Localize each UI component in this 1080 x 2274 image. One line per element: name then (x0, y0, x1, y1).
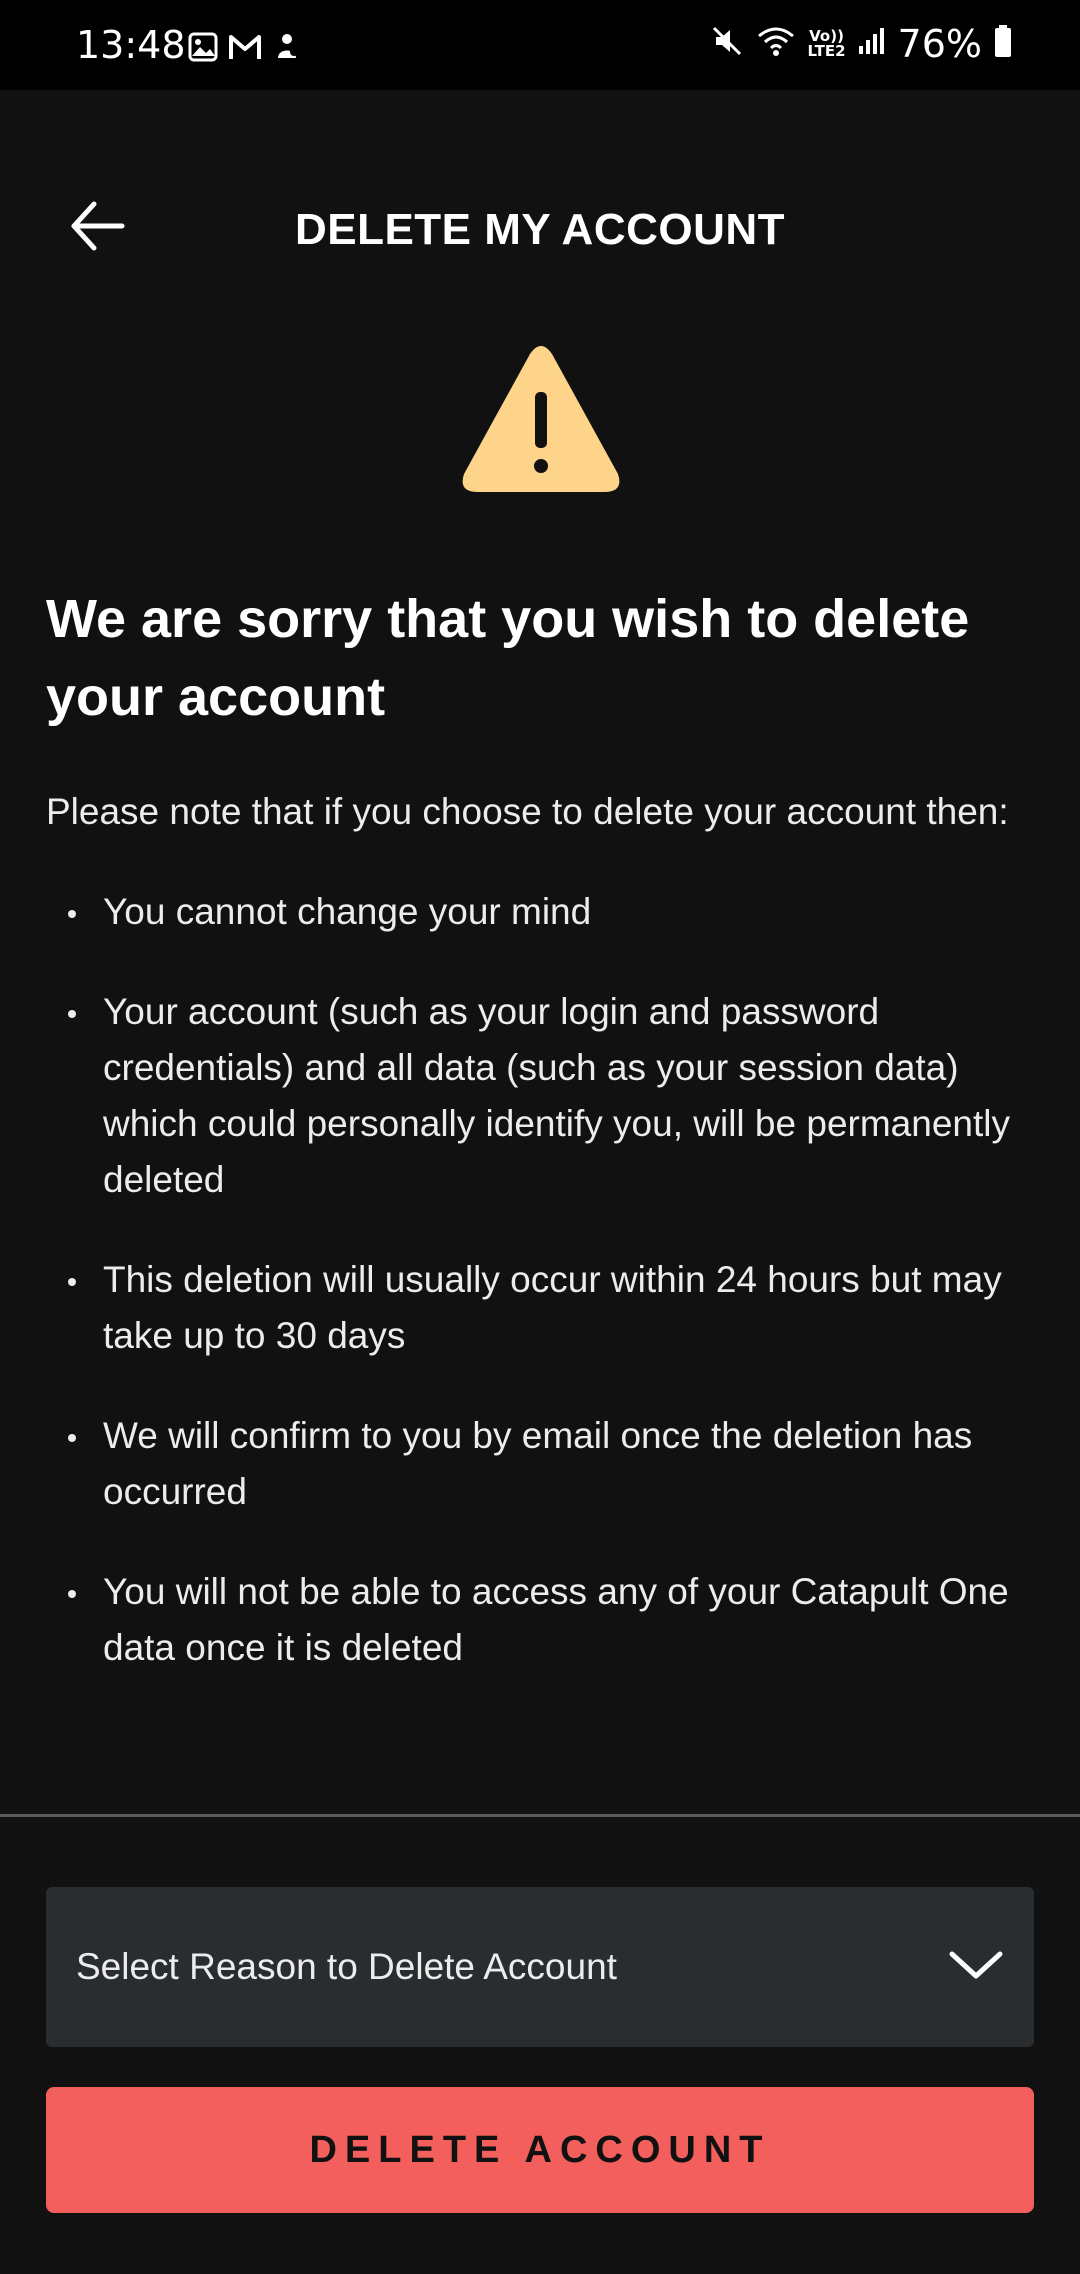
mute-icon (710, 24, 744, 63)
reason-select[interactable]: Select Reason to Delete Account (46, 1887, 1034, 2047)
delete-account-button[interactable]: DELETE ACCOUNT (46, 2087, 1034, 2213)
network-badge: Vo)) LTE2 (807, 28, 846, 60)
gallery-icon (188, 32, 218, 67)
reason-select-label: Select Reason to Delete Account (76, 1946, 617, 1987)
content: We are sorry that you wish to delete you… (46, 580, 1036, 1720)
chevron-down-icon (948, 1948, 1004, 1987)
list-item: We will confirm to you by email once the… (46, 1408, 1036, 1520)
wifi-icon (756, 24, 796, 63)
bottom-panel: Select Reason to Delete Account DELETE A… (0, 1814, 1080, 2274)
notification-icon (272, 32, 302, 67)
battery-percent: 76% (897, 21, 982, 66)
status-bar: 13:48 Vo)) LTE2 76% (0, 0, 1080, 90)
bullet-list: You cannot change your mind Your account… (46, 884, 1036, 1676)
gmail-icon (228, 32, 262, 67)
list-item: This deletion will usually occur within … (46, 1252, 1036, 1364)
headline: We are sorry that you wish to delete you… (46, 589, 970, 727)
list-item: You will not be able to access any of yo… (46, 1564, 1036, 1676)
intro-text: Please note that if you choose to delete… (46, 791, 1009, 832)
status-left-icons (188, 32, 302, 67)
status-right: Vo)) LTE2 76% (710, 24, 1012, 63)
battery-icon (994, 24, 1012, 63)
list-item: You cannot change your mind (46, 884, 1036, 940)
status-time: 13:48 (76, 23, 186, 67)
network-line2: LTE2 (807, 41, 846, 60)
list-item: Your account (such as your login and pas… (46, 984, 1036, 1208)
warning-triangle-icon (458, 340, 624, 506)
page-title: DELETE MY ACCOUNT (294, 205, 786, 254)
signal-icon (858, 26, 886, 61)
